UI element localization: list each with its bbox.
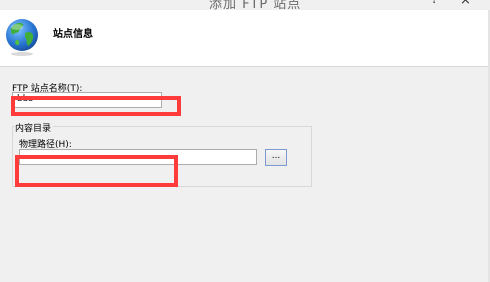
content-directory-title: 内容目录 [15,121,54,134]
title-bar: 添加 FTP 站点 ? × [0,0,490,10]
help-button[interactable]: ? [431,0,438,7]
close-button[interactable]: × [460,0,471,8]
globe-icon [6,19,38,56]
window-title: 添加 FTP 站点 [209,0,302,10]
browse-button[interactable]: ... [265,149,287,166]
redaction-box [15,155,178,187]
redaction-box [11,96,181,116]
page-title: 站点信息 [53,29,93,40]
header-divider [0,66,490,67]
